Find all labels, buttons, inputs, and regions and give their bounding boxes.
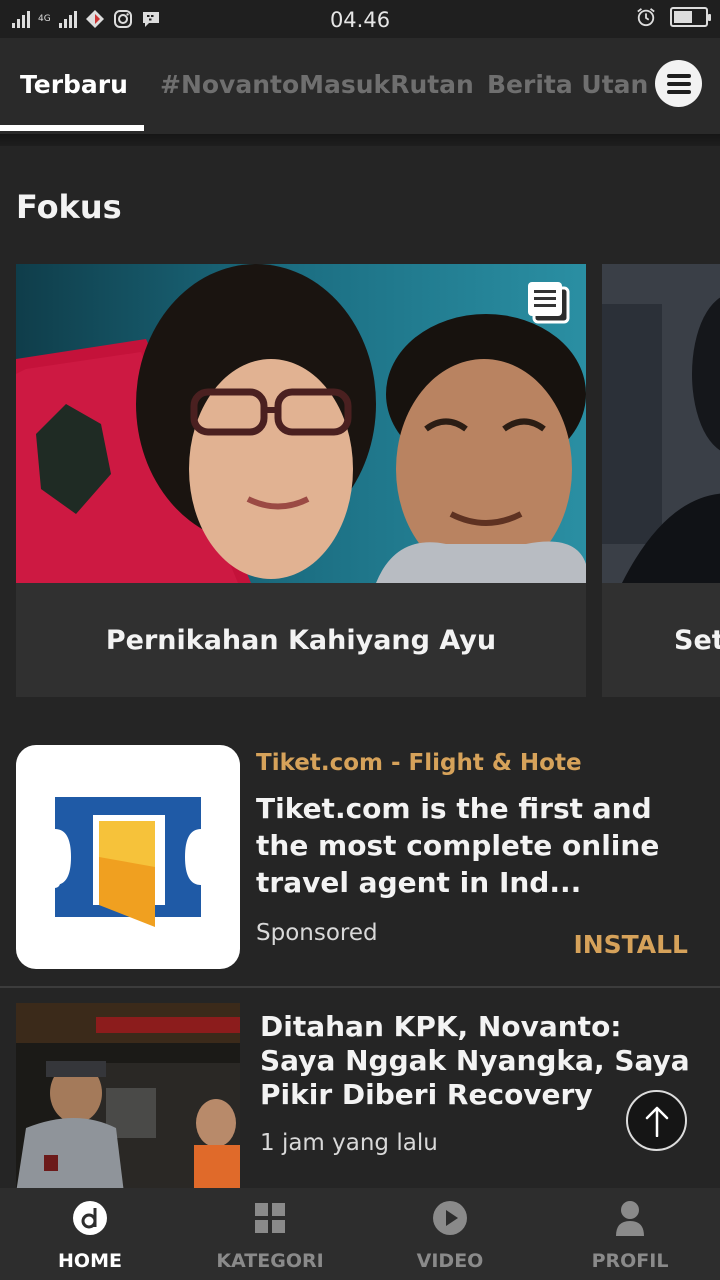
nav-kategori[interactable]: KATEGORI <box>180 1188 360 1280</box>
install-button[interactable]: INSTALL <box>573 930 688 959</box>
tab-novanto-masuk-rutan[interactable]: #NovantoMasukRutan <box>160 70 474 99</box>
status-time: 04.46 <box>329 8 391 32</box>
tab-berita-utama[interactable]: Berita Utan <box>487 70 648 99</box>
hamburger-icon <box>666 73 691 94</box>
nav-label: VIDEO <box>416 1250 484 1272</box>
ad-brand: Tiket.com - Flight & Hote <box>256 750 582 776</box>
gallery-icon <box>524 278 572 330</box>
nav-label: KATEGORI <box>216 1250 324 1272</box>
fokus-card[interactable]: Pernikahan Kahiyang Ayu <box>16 264 586 697</box>
play-icon <box>432 1200 468 1236</box>
nav-label: HOME <box>58 1250 122 1272</box>
app-screen: 4G 04.46 Terbaru #NovantoMasukRutan Beri… <box>0 0 720 1280</box>
menu-button[interactable] <box>655 60 702 107</box>
fokus-card[interactable]: Set <box>602 264 720 697</box>
scroll-to-top-button[interactable] <box>626 1090 687 1151</box>
ad-logo <box>16 745 240 969</box>
fokus-section: Fokus Pernikahan Kahiyang Ayu Set <box>0 146 720 730</box>
alarm-icon <box>636 7 656 27</box>
ticket-logo-icon <box>50 797 201 927</box>
status-icons-right <box>636 7 711 27</box>
nav-home[interactable]: HOME <box>0 1188 180 1280</box>
bottom-navigation: HOME KATEGORI VIDEO PROFIL <box>0 1188 720 1280</box>
card-caption: Pernikahan Kahiyang Ayu <box>105 624 497 656</box>
news-thumbnail <box>16 1003 240 1193</box>
news-headline: Ditahan KPK, Novanto: Saya Nggak Nyangka… <box>260 1010 690 1111</box>
home-d-icon <box>72 1200 108 1236</box>
card-caption: Set <box>674 624 720 656</box>
active-tab-indicator <box>0 125 144 131</box>
person-icon <box>612 1200 648 1236</box>
tab-terbaru[interactable]: Terbaru <box>20 70 128 99</box>
nav-label: PROFIL <box>591 1250 669 1272</box>
tabbar-shadow <box>0 134 720 146</box>
sponsored-label: Sponsored <box>256 920 378 946</box>
nav-profil[interactable]: PROFIL <box>540 1188 720 1280</box>
top-tab-bar: Terbaru #NovantoMasukRutan Berita Utan <box>0 38 720 134</box>
ad-description: Tiket.com is the first and the most comp… <box>256 792 660 899</box>
status-bar: 4G 04.46 <box>0 0 720 38</box>
nav-video[interactable]: VIDEO <box>360 1188 540 1280</box>
section-title: Fokus <box>16 188 122 226</box>
news-item[interactable]: Ditahan KPK, Novanto: Saya Nggak Nyangka… <box>0 988 720 1193</box>
battery-icon <box>670 7 711 27</box>
arrow-up-icon <box>645 1106 668 1137</box>
card-image <box>16 264 586 583</box>
card-image <box>602 264 720 583</box>
sponsored-ad[interactable]: Tiket.com - Flight & Hote Tiket.com is t… <box>0 730 720 986</box>
news-timestamp: 1 jam yang lalu <box>260 1130 438 1156</box>
grid-icon <box>252 1200 288 1236</box>
